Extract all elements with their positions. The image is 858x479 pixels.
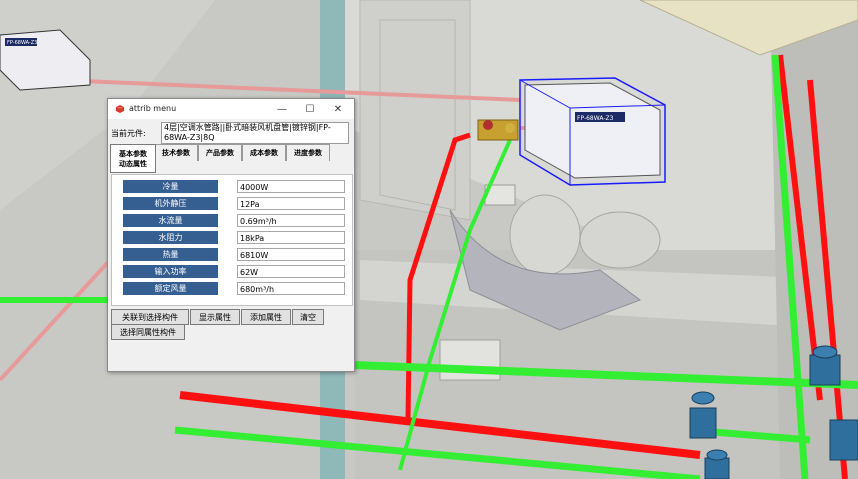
gate-valve bbox=[809, 345, 841, 386]
prop-value-input-power[interactable]: 62W bbox=[237, 265, 345, 278]
stool bbox=[579, 211, 661, 269]
minimize-button[interactable]: — bbox=[268, 99, 296, 119]
minimize-icon: — bbox=[277, 103, 287, 115]
prop-label-rated-airflow: 额定风量 bbox=[123, 282, 218, 295]
gate-valve-2 bbox=[689, 391, 717, 439]
fcu-nameplate-right: FP-68WA-Z3 bbox=[577, 115, 614, 122]
window-titlebar[interactable]: attrib menu — ☐ ✕ bbox=[108, 99, 354, 119]
maximize-icon: ☐ bbox=[305, 103, 315, 115]
tab-basic-dynamic[interactable]: 基本参数 动态属性 bbox=[110, 144, 156, 173]
tab-tech-params-label: 技术参数 bbox=[162, 149, 190, 157]
close-icon: ✕ bbox=[333, 103, 343, 115]
maximize-button[interactable]: ☐ bbox=[296, 99, 324, 119]
prop-value-water-flow[interactable]: 0.69m³/h bbox=[237, 214, 345, 227]
fcu-nameplate-left: FP-68WA-Z3 bbox=[7, 40, 37, 46]
prop-value-cooling[interactable]: 4000W bbox=[237, 180, 345, 193]
app-icon bbox=[116, 105, 124, 113]
tab-product-params-label: 产品参数 bbox=[206, 149, 234, 157]
link-to-selected-button[interactable]: 关联到选择构件 bbox=[111, 309, 189, 325]
tab-cost-params[interactable]: 成本参数 bbox=[242, 144, 286, 161]
tab-basic-params[interactable]: 基本参数 bbox=[119, 149, 147, 159]
prop-value-water-resistance[interactable]: 18kPa bbox=[237, 231, 345, 244]
tab-progress-params[interactable]: 进度参数 bbox=[286, 144, 330, 161]
prop-label-heating: 热量 bbox=[123, 248, 218, 261]
show-props-button[interactable]: 显示属性 bbox=[190, 309, 240, 325]
properties-panel: 冷量 4000W 机外静压 12Pa 水流量 0.69m³/h 水阻力 18kP… bbox=[111, 174, 353, 306]
prop-value-static-pressure[interactable]: 12Pa bbox=[237, 197, 345, 210]
clear-button[interactable]: 清空 bbox=[292, 309, 324, 325]
select-same-attrs-button[interactable]: 选择同属性构件 bbox=[111, 324, 185, 340]
gate-valve-3 bbox=[704, 449, 730, 479]
current-element-value: 4层|空调水管路||卧式暗装风机盘管|镀锌钢|FP-68WA-Z3|8Q bbox=[161, 122, 349, 144]
add-props-button[interactable]: 添加属性 bbox=[241, 309, 291, 325]
prop-value-rated-airflow[interactable]: 680m³/h bbox=[237, 282, 345, 295]
tab-dynamic-attrs[interactable]: 动态属性 bbox=[119, 159, 147, 169]
prop-label-water-resistance: 水阻力 bbox=[123, 231, 218, 244]
current-element-label: 当前元件: bbox=[111, 129, 146, 138]
prop-label-input-power: 输入功率 bbox=[123, 265, 218, 278]
valve-assembly bbox=[477, 119, 519, 141]
gate-valve-4 bbox=[829, 419, 858, 461]
prop-label-water-flow: 水流量 bbox=[123, 214, 218, 227]
attrib-menu-window: attrib menu — ☐ ✕ 当前元件: 4层|空调水管路||卧式暗装风机… bbox=[107, 98, 355, 372]
prop-value-heating[interactable]: 6810W bbox=[237, 248, 345, 261]
dental-chair-unit bbox=[509, 194, 581, 276]
tab-progress-params-label: 进度参数 bbox=[294, 149, 322, 157]
window-title: attrib menu bbox=[129, 104, 177, 113]
prop-label-cooling: 冷量 bbox=[123, 180, 218, 193]
close-button[interactable]: ✕ bbox=[324, 99, 352, 119]
tab-tech-params[interactable]: 技术参数 bbox=[154, 144, 198, 161]
prop-label-static-pressure: 机外静压 bbox=[123, 197, 218, 210]
tab-cost-params-label: 成本参数 bbox=[250, 149, 278, 157]
door bbox=[359, 0, 471, 221]
tab-product-params[interactable]: 产品参数 bbox=[198, 144, 242, 161]
